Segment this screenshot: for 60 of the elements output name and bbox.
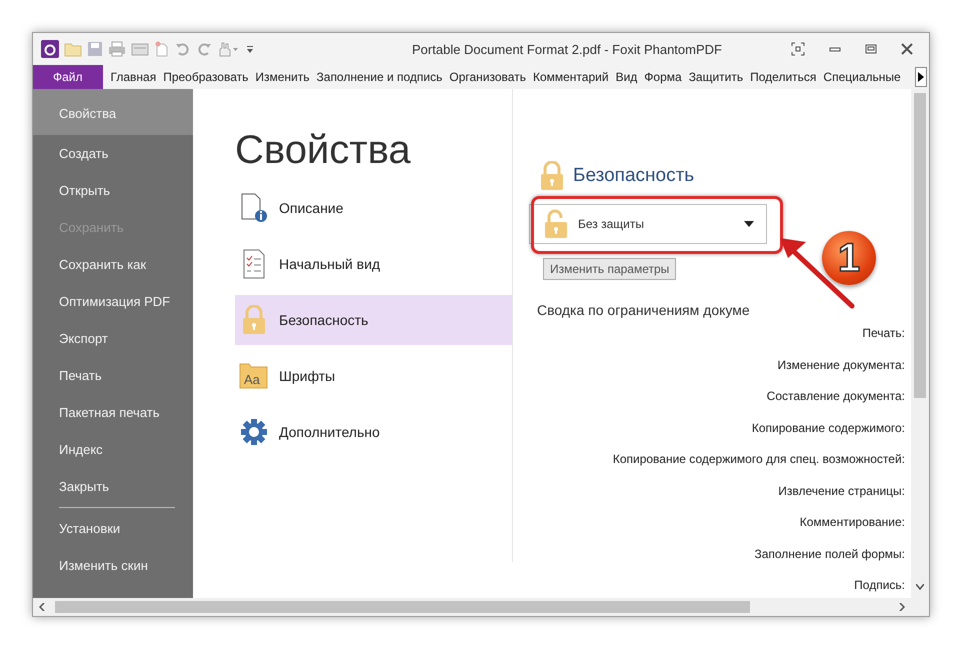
ribbon-tab[interactable]: Поделиться [747, 65, 820, 89]
menu-item[interactable]: Изменить скин [33, 547, 193, 584]
ribbon-tab[interactable]: Форма [641, 65, 685, 89]
ribbon-tab[interactable]: Файл [33, 65, 103, 89]
restriction-label: Составление документа: [766, 388, 906, 405]
vertical-scrollbar[interactable] [911, 89, 929, 598]
ribbon-tab[interactable]: Главная [108, 65, 160, 89]
ribbon-tab[interactable]: Изменить [252, 65, 313, 89]
restriction-label: Заполнение полей формы: [753, 546, 906, 562]
ribbon-tab[interactable]: Вид [612, 65, 640, 89]
category-item[interactable]: Описание [235, 183, 512, 233]
lock-icon [539, 161, 565, 191]
menu-item[interactable]: Закрыть [33, 468, 193, 505]
category-item[interactable]: Безопасность [235, 295, 512, 345]
menu-item[interactable]: Пакетная печать [33, 394, 193, 431]
ribbon-tab[interactable]: Преобразовать [160, 65, 252, 89]
category-item[interactable]: Aa Шрифты [235, 351, 512, 401]
category-item[interactable]: Дополнительно [235, 407, 512, 457]
menu-item[interactable]: Создать [33, 135, 193, 172]
restriction-label: Комментирование: [798, 514, 906, 531]
security-method-dropdown[interactable]: Без защиты [529, 204, 767, 244]
section-heading: Безопасность [573, 165, 694, 187]
scroll-left-icon[interactable] [39, 603, 45, 611]
ribbon-tab[interactable]: Организовать [446, 65, 529, 89]
gear-icon [239, 419, 269, 445]
menu-item[interactable]: Открыть [33, 172, 193, 209]
menu-item[interactable]: Экспорт [33, 320, 193, 357]
scroll-right-icon[interactable] [915, 67, 927, 87]
fullscreen-icon[interactable] [791, 42, 805, 56]
restriction-label: Извлечение страницы: [777, 482, 906, 500]
font-sample-text: Aa [244, 372, 260, 387]
restriction-label: Печать: [861, 325, 906, 342]
caret-icon [744, 221, 754, 227]
restriction-label: Копирование содержимого: [750, 420, 906, 436]
restriction-label: Копирование содержимого для спец. возможностей: [612, 451, 906, 468]
menu-item[interactable]: Оптимизация PDF [33, 283, 193, 320]
customize-caret-icon[interactable] [246, 44, 254, 54]
unlocked-lock-icon [544, 209, 568, 239]
scroll-right-icon[interactable] [899, 603, 905, 611]
window-title: Portable Document Format 2.pdf - Foxit PhantomPDF [411, 42, 723, 56]
page-title: Свойства [235, 127, 412, 174]
ribbon-tab[interactable]: Заполнение и подпись [314, 65, 446, 89]
close-icon[interactable] [901, 43, 913, 55]
document-info-icon [239, 193, 269, 223]
ribbon-tab[interactable]: Комментарий [530, 65, 612, 89]
menu-item[interactable]: Печать [33, 357, 193, 394]
menu-item[interactable]: Установки [33, 510, 193, 547]
menu-item[interactable]: Индекс [33, 431, 193, 468]
menu-item[interactable]: Сохранить как [33, 246, 193, 283]
restriction-label: Изменение документа: [776, 356, 906, 374]
ribbon-tab[interactable]: Специальные [820, 65, 904, 89]
horizontal-scrollbar[interactable] [33, 598, 929, 616]
restriction-label: Подпись: [853, 577, 906, 594]
category-item[interactable]: Начальный вид [235, 239, 512, 289]
ribbon-tab[interactable]: Защитить [686, 65, 746, 89]
summary-title: Сводка по ограничениям докуме [537, 302, 751, 318]
app-logo-icon[interactable] [41, 40, 59, 58]
scroll-down-icon[interactable] [916, 584, 924, 590]
change-settings-button[interactable]: Изменить параметры [543, 258, 676, 280]
maximize-icon[interactable] [865, 44, 877, 54]
